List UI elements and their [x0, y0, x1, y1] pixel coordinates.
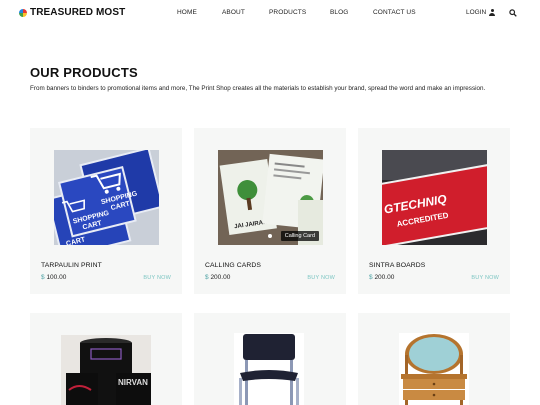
logo-mark-icon	[19, 8, 27, 17]
site-header: TREASURED MOST HOME ABOUT PRODUCTS BLOG …	[0, 0, 540, 26]
buy-now-button[interactable]: BUY NOW	[471, 275, 499, 281]
buy-now-button[interactable]: BUY NOW	[307, 275, 335, 281]
product-card-chair[interactable]	[194, 313, 346, 405]
buy-now-button[interactable]: BUY NOW	[143, 275, 171, 281]
product-name: SINTRA BOARDS	[369, 262, 426, 269]
login-label: LOGIN	[466, 9, 487, 16]
page-title: OUR PRODUCTS	[30, 65, 138, 80]
login-link[interactable]: LOGIN	[466, 9, 496, 16]
product-image-tarpaulin: SHOPPING CART SHOPPING CART CART	[54, 150, 159, 245]
nav-blog[interactable]: BLOG	[330, 9, 348, 16]
logo-text: TREASURED MOST	[30, 7, 126, 18]
image-caption: Calling Card	[280, 231, 319, 241]
nav-products[interactable]: PRODUCTS	[269, 9, 306, 16]
logo[interactable]: TREASURED MOST	[19, 7, 125, 18]
product-name: CALLING CARDS	[205, 262, 262, 269]
user-icon	[489, 9, 496, 16]
product-image-calling-cards: JAI JAIRAH Calling Card	[218, 150, 323, 245]
product-price: $ 200.00	[369, 274, 395, 281]
section-description: From banners to binders to promotional i…	[30, 85, 486, 92]
product-image-chair	[234, 333, 304, 405]
product-card-tarpaulin[interactable]: SHOPPING CART SHOPPING CART CART TARPAUL…	[30, 128, 182, 294]
product-card-vanity[interactable]	[358, 313, 510, 405]
nav-about[interactable]: ABOUT	[222, 9, 245, 16]
product-name: TARPAULIN PRINT	[41, 262, 102, 269]
nav-home[interactable]: HOME	[177, 9, 197, 16]
nav-contact-us[interactable]: CONTACT US	[373, 9, 416, 16]
product-card-mugs[interactable]: NIRVAN	[30, 313, 182, 405]
product-image-mugs: NIRVAN	[61, 335, 151, 405]
product-card-calling-cards[interactable]: JAI JAIRAH Calling Card CALLING CARDS $ …	[194, 128, 346, 294]
search-icon[interactable]	[509, 9, 517, 17]
svg-text:NIRVAN: NIRVAN	[118, 378, 148, 387]
product-image-vanity	[399, 333, 469, 405]
carousel-dot[interactable]	[268, 234, 272, 238]
product-price: $ 200.00	[205, 274, 231, 281]
product-card-sintra-boards[interactable]: GTECHNIQ ACCREDITED SINTRA BOARDS $ 200.…	[358, 128, 510, 294]
product-price: $ 100.00	[41, 274, 67, 281]
product-image-sintra-boards: GTECHNIQ ACCREDITED	[382, 150, 487, 245]
